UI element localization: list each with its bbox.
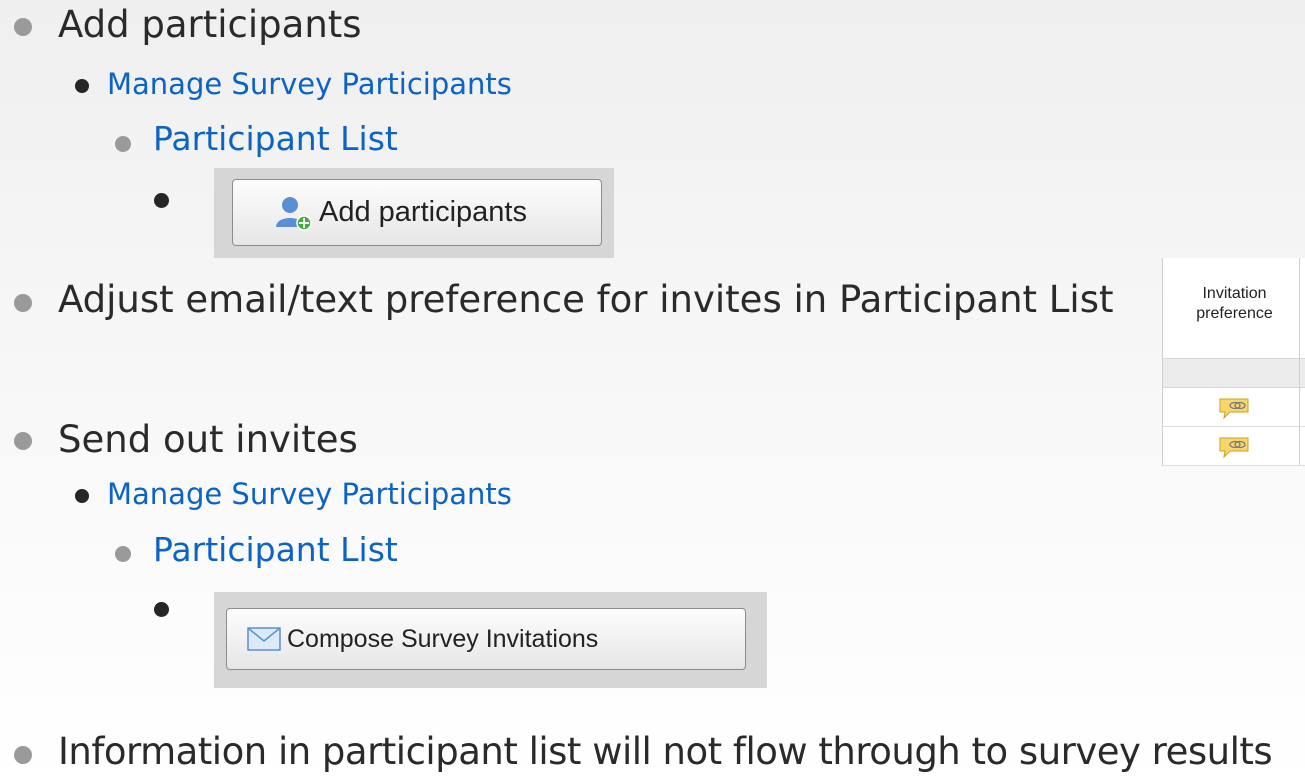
- participant-list-link[interactable]: Participant List: [153, 119, 398, 158]
- bullet: [154, 193, 169, 208]
- bullet: [14, 746, 32, 764]
- bullet: [115, 136, 131, 152]
- add-participants-screenshot: Add participants: [214, 168, 614, 258]
- compose-survey-invitations-button[interactable]: Compose Survey Invitations: [226, 608, 746, 670]
- bullet: [154, 602, 169, 617]
- header-line-1: Invitation: [1202, 285, 1267, 302]
- item-adjust-preference: Adjust email/text preference for invites…: [58, 278, 1114, 321]
- add-participants-button[interactable]: Add participants: [232, 179, 602, 246]
- bullet: [75, 79, 89, 93]
- add-participants-button-label: Add participants: [319, 196, 527, 228]
- bullet: [14, 432, 32, 450]
- manage-survey-participants-link[interactable]: Manage Survey Participants: [107, 67, 512, 101]
- compose-invitations-screenshot: Compose Survey Invitations: [214, 592, 767, 688]
- table-row: [1163, 388, 1305, 427]
- bullet: [75, 489, 89, 503]
- filter-row: [1163, 358, 1305, 388]
- compose-survey-invitations-label: Compose Survey Invitations: [287, 624, 599, 653]
- envelope-icon: [247, 627, 281, 651]
- bullet: [14, 18, 32, 36]
- item-add-participants: Add participants: [58, 3, 362, 46]
- invitation-preference-header: Invitation preference: [1163, 258, 1305, 358]
- table-row: [1163, 427, 1305, 466]
- manage-survey-participants-link[interactable]: Manage Survey Participants: [107, 477, 512, 511]
- participant-list-link[interactable]: Participant List: [153, 530, 398, 569]
- invitation-preference-column: Invitation preference: [1162, 258, 1305, 466]
- column-divider: [1299, 258, 1300, 465]
- bullet: [115, 546, 131, 562]
- sms-chat-icon[interactable]: [1218, 436, 1250, 458]
- item-send-invites: Send out invites: [58, 418, 358, 461]
- header-line-2: preference: [1196, 305, 1273, 322]
- item-information-note: Information in participant list will not…: [58, 730, 1273, 773]
- sms-chat-icon[interactable]: [1218, 397, 1250, 419]
- bullet: [14, 294, 32, 312]
- add-user-icon: [276, 196, 312, 231]
